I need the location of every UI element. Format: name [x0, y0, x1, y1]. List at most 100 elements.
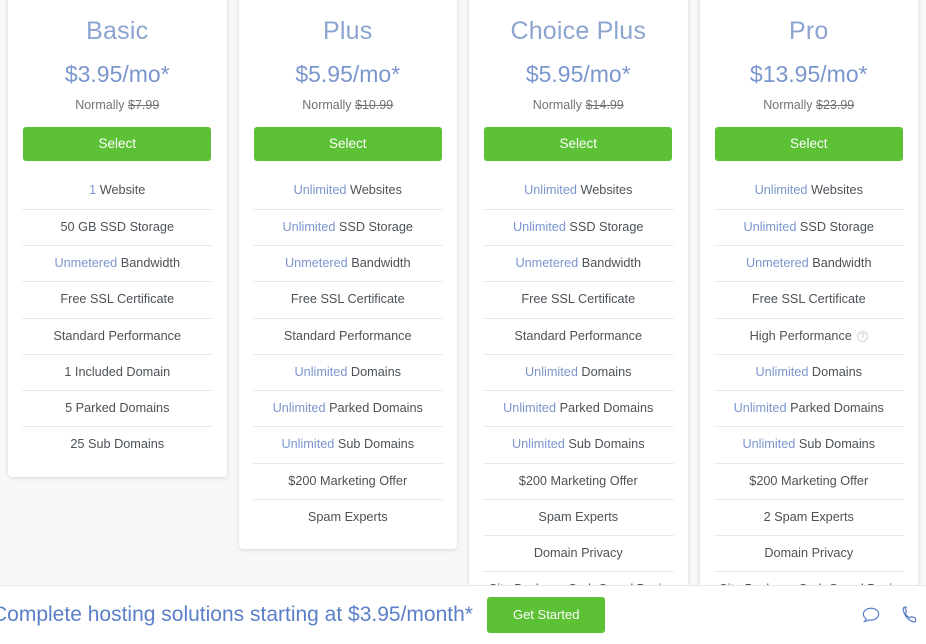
- feature-text: Domain Privacy: [764, 546, 853, 561]
- feature-label: Domains: [581, 364, 632, 379]
- feature-item: Unlimited Sub Domains: [252, 426, 443, 462]
- feature-label: Spam Experts: [307, 509, 388, 524]
- feature-text: Unmetered Bandwidth: [54, 256, 180, 271]
- feature-item: Unlimited Websites: [483, 183, 674, 209]
- bottom-bar-tagline: Complete hosting solutions starting at $…: [0, 603, 473, 627]
- feature-text: Unlimited Sub Domains: [512, 437, 645, 452]
- feature-label: 2 Spam Experts: [763, 509, 854, 524]
- feature-text: Free SSL Certificate: [60, 292, 174, 307]
- feature-item: Unlimited Domains: [483, 353, 674, 390]
- feature-item: Domain Privacy: [713, 535, 904, 571]
- feature-label: 50 GB SSD Storage: [60, 219, 175, 234]
- feature-label: Website: [99, 182, 146, 197]
- feature-label: 25 Sub Domains: [70, 437, 165, 452]
- feature-text: Standard Performance: [514, 329, 642, 344]
- plan-card: Plus $5.95/mo* Normally $10.99 Select Unlimi…: [238, 0, 457, 550]
- plan-feature-list: Unlimited Websites Unlimited SSD Storage U…: [483, 183, 674, 608]
- feature-item: Spam Experts: [483, 498, 674, 535]
- contact-icons-group: [860, 604, 922, 626]
- feature-highlight: Unlimited: [293, 182, 347, 197]
- feature-highlight: Unlimited: [743, 219, 797, 234]
- feature-highlight: Unmetered: [284, 256, 348, 271]
- feature-label: 5 Parked Domains: [65, 401, 170, 416]
- feature-item: Unlimited Domains: [252, 353, 443, 390]
- feature-item: Unlimited Sub Domains: [713, 426, 904, 462]
- feature-item: Unlimited SSD Storage: [713, 208, 904, 245]
- plan-normally-price: Normally $14.99: [483, 98, 674, 113]
- feature-text: 1 Included Domain: [64, 365, 170, 380]
- feature-highlight: Unmetered: [745, 256, 809, 271]
- feature-highlight: Unlimited: [281, 437, 335, 452]
- feature-text: Unlimited SSD Storage: [513, 220, 643, 235]
- feature-label: SSD Storage: [338, 219, 413, 234]
- select-plan-button[interactable]: Select: [714, 126, 903, 161]
- plan-name: Basic: [86, 17, 149, 45]
- feature-label: Domains: [350, 364, 401, 379]
- plan-feature-list: 1 Website 50 GB SSD Storage Unmetered Band…: [22, 183, 213, 463]
- feature-highlight: Unmetered: [515, 256, 579, 271]
- plan-normally-price: Normally $23.99: [714, 97, 905, 113]
- feature-highlight: Unlimited: [503, 401, 557, 416]
- plan-name: Pro: [788, 17, 829, 45]
- plan-feature-list: Unlimited Websites Unlimited SSD Storage U…: [252, 183, 444, 535]
- feature-highlight: 1: [89, 182, 97, 197]
- feature-item: Unlimited Parked Domains: [252, 390, 443, 426]
- feature-label: Bandwidth: [120, 256, 181, 271]
- feature-label: 1 Included Domain: [64, 364, 171, 379]
- feature-label: Bandwidth: [581, 256, 642, 271]
- feature-item: Unlimited Websites: [253, 183, 444, 209]
- feature-item: Unlimited Domains: [713, 353, 904, 390]
- feature-label: Domains: [811, 364, 862, 379]
- feature-item: Standard Performance: [483, 317, 674, 354]
- feature-text: $200 Marketing Offer: [288, 474, 407, 489]
- feature-highlight: Unlimited: [511, 437, 565, 452]
- feature-item: Unmetered Bandwidth: [22, 245, 213, 281]
- feature-item: $200 Marketing Offer: [252, 462, 443, 499]
- feature-label: $200 Marketing Offer: [749, 473, 869, 488]
- feature-item: Unlimited Sub Domains: [483, 426, 674, 462]
- feature-label: Websites: [349, 182, 402, 197]
- feature-label: Free SSL Certificate: [290, 292, 405, 307]
- feature-label: Free SSL Certificate: [751, 292, 866, 307]
- feature-text: Unlimited Websites: [755, 183, 863, 198]
- feature-text: Unlimited Websites: [524, 183, 632, 198]
- feature-highlight: Unlimited: [754, 182, 808, 197]
- feature-item: Unmetered Bandwidth: [252, 245, 443, 281]
- feature-text: 2 Spam Experts: [764, 510, 854, 525]
- feature-label: Sub Domains: [568, 437, 645, 452]
- feature-text: Unmetered Bandwidth: [746, 256, 872, 271]
- feature-text: Standard Performance: [284, 329, 412, 344]
- select-plan-button[interactable]: Select: [23, 126, 212, 161]
- feature-text: Unlimited SSD Storage: [744, 220, 874, 235]
- feature-label: $200 Marketing Offer: [288, 473, 408, 488]
- feature-label: $200 Marketing Offer: [518, 473, 638, 488]
- feature-text: Unlimited Parked Domains: [734, 401, 884, 416]
- feature-item: 1 Included Domain: [22, 353, 213, 390]
- original-price: $10.99: [355, 97, 394, 112]
- plan-name: Plus: [323, 17, 373, 45]
- feature-label: Standard Performance: [514, 328, 643, 343]
- feature-item: Unmetered Bandwidth: [483, 245, 674, 281]
- feature-text: 5 Parked Domains: [65, 401, 169, 416]
- feature-item: 5 Parked Domains: [22, 390, 213, 426]
- chat-bubble-icon[interactable]: [860, 604, 882, 626]
- feature-item: Standard Performance: [22, 317, 213, 354]
- help-question-icon[interactable]: ?: [856, 330, 868, 342]
- feature-label: Free SSL Certificate: [60, 292, 175, 307]
- feature-text: Spam Experts: [538, 510, 618, 525]
- feature-label: Domain Privacy: [764, 546, 854, 561]
- feature-text: Unlimited Sub Domains: [742, 437, 875, 452]
- feature-label: Parked Domains: [329, 401, 423, 416]
- get-started-button[interactable]: Get Started: [486, 597, 606, 633]
- normally-label: Normally: [763, 97, 813, 112]
- feature-label: Parked Domains: [790, 401, 884, 416]
- plan-normally-price: Normally $7.99: [22, 98, 213, 113]
- plan-card: Basic $3.95/mo* Normally $7.99 Select 1 Webs…: [8, 0, 227, 477]
- feature-text: Unmetered Bandwidth: [285, 256, 411, 271]
- select-plan-button[interactable]: Select: [484, 126, 673, 161]
- select-plan-button[interactable]: Select: [253, 126, 442, 161]
- feature-highlight: Unlimited: [272, 401, 326, 416]
- feature-text: 1 Website: [89, 183, 145, 198]
- plan-normally-price: Normally $10.99: [253, 97, 444, 113]
- phone-icon[interactable]: [900, 604, 922, 626]
